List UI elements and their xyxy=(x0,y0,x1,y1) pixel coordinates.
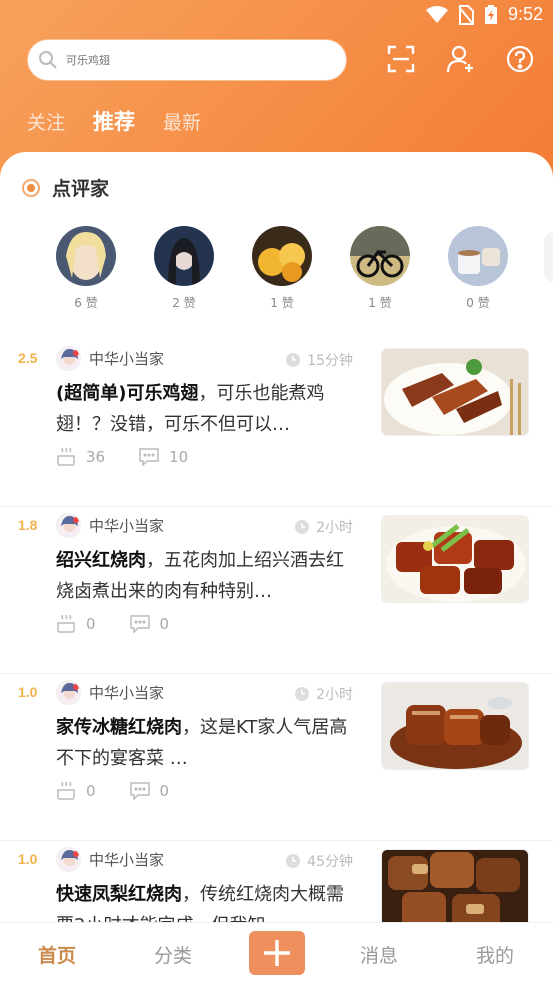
reviewer-item[interactable]: 6 赞 xyxy=(54,226,118,311)
recipe-stats: 36 10 xyxy=(56,448,222,466)
search-bar[interactable] xyxy=(28,40,346,80)
nav-home[interactable]: 首页 xyxy=(38,941,76,968)
post-time-text: 15分钟 xyxy=(307,353,353,369)
reviewer-item[interactable]: 1 赞 xyxy=(250,226,314,311)
reviewer-likes: 2 赞 xyxy=(172,296,196,310)
nav-messages[interactable]: 消息 xyxy=(360,941,398,968)
recipe-score: 1.8 xyxy=(18,517,38,533)
recipe-item[interactable]: 1.8 中华小当家 2小时 绍兴红烧肉，五花肉加上绍兴酒去红烧卤煮出来的肉有种特… xyxy=(0,507,553,674)
reviewer-likes: 1 赞 xyxy=(368,296,392,310)
recipe-score: 1.0 xyxy=(18,684,38,700)
feed-tabs: 关注 推荐 最新 xyxy=(27,106,229,136)
comment-count: 10 xyxy=(169,448,189,466)
add-friend-icon[interactable] xyxy=(446,44,476,74)
bottom-navigation: 首页 分类 消息 我的 xyxy=(0,922,553,983)
recipe-description: (超简单)可乐鸡翅，可乐也能煮鸡翅！？没错，可乐不但可以… xyxy=(56,378,354,440)
clock-icon xyxy=(295,687,310,701)
cooked-count: 0 xyxy=(86,782,96,800)
recipe-title[interactable]: 家传冰糖红烧肉 xyxy=(56,717,182,738)
author-name[interactable]: 中华小当家 xyxy=(89,515,164,536)
author-name[interactable]: 中华小当家 xyxy=(89,348,164,369)
reviewer-more-hint xyxy=(544,232,553,282)
author-avatar[interactable] xyxy=(56,847,81,872)
recipe-thumbnail[interactable] xyxy=(381,515,529,603)
post-time-text: 45分钟 xyxy=(307,854,353,870)
avatar xyxy=(350,226,410,286)
reviewer-item[interactable]: 0 赞 xyxy=(446,226,510,311)
cooked-count: 0 xyxy=(86,615,96,633)
recipe-thumbnail[interactable] xyxy=(381,682,529,770)
recipe-stats: 0 0 xyxy=(56,782,203,800)
cooked-count: 36 xyxy=(86,448,106,466)
avatar xyxy=(252,226,312,286)
nav-mine[interactable]: 我的 xyxy=(476,941,514,968)
reviewer-likes: 0 赞 xyxy=(466,296,490,310)
tab-following[interactable]: 关注 xyxy=(27,108,65,135)
reviewer-item[interactable]: 2 赞 xyxy=(152,226,216,311)
nav-category[interactable]: 分类 xyxy=(154,941,192,968)
clock-icon xyxy=(295,520,310,534)
status-bar: 9:52 xyxy=(0,0,553,32)
avatar xyxy=(154,226,214,286)
recipe-title[interactable]: 绍兴红烧肉 xyxy=(56,550,146,571)
clock-icon xyxy=(286,353,301,367)
reviewers-section-header: 点评家 xyxy=(22,174,109,201)
comment-icon xyxy=(129,615,150,633)
author-name[interactable]: 中华小当家 xyxy=(89,849,164,870)
comment-count: 0 xyxy=(159,782,170,800)
recipe-score: 2.5 xyxy=(18,350,38,366)
clock-icon xyxy=(286,854,301,868)
post-time: 2小时 xyxy=(294,517,353,537)
author-avatar[interactable] xyxy=(56,513,81,538)
recipe-title[interactable]: (超简单)可乐鸡翅 xyxy=(56,383,198,404)
recipe-description: 绍兴红烧肉，五花肉加上绍兴酒去红烧卤煮出来的肉有种特别… xyxy=(56,545,354,607)
recipe-title[interactable]: 快速凤梨红烧肉 xyxy=(56,884,182,905)
recipe-score: 1.0 xyxy=(18,851,38,867)
reviewer-likes: 6 赞 xyxy=(74,296,98,310)
comment-icon xyxy=(129,782,150,800)
status-time: 9:52 xyxy=(507,4,543,24)
reviewer-likes: 1 赞 xyxy=(270,296,294,310)
avatar xyxy=(56,226,116,286)
tab-latest[interactable]: 最新 xyxy=(163,108,201,135)
recipe-item[interactable]: 2.5 中华小当家 15分钟 (超简单)可乐鸡翅，可乐也能煮鸡翅！？没错，可乐不… xyxy=(0,340,553,507)
recipe-description: 家传冰糖红烧肉，这是KT家人气居高不下的宴客菜 … xyxy=(56,712,354,774)
search-icon xyxy=(39,51,57,69)
add-recipe-button[interactable] xyxy=(249,931,305,975)
comment-count: 0 xyxy=(159,615,170,633)
recipe-thumbnail[interactable] xyxy=(381,348,529,436)
no-sim-icon xyxy=(458,4,474,25)
reviewer-item[interactable]: 1 赞 xyxy=(348,226,412,311)
cooking-pot-icon xyxy=(57,782,75,800)
content-card: 点评家 6 赞 2 赞 1 赞 1 赞 0 赞 2.5 中华小当家 15分钟 (… xyxy=(0,152,553,937)
recipe-stats: 0 0 xyxy=(56,615,203,633)
tab-recommended[interactable]: 推荐 xyxy=(93,106,135,136)
battery-charging-icon xyxy=(484,4,497,24)
post-time: 2小时 xyxy=(294,684,353,704)
cooking-pot-icon xyxy=(57,448,75,466)
section-dot-icon xyxy=(22,178,40,197)
avatar xyxy=(448,226,508,286)
post-time-text: 2小时 xyxy=(316,687,353,703)
scan-icon[interactable] xyxy=(386,44,416,74)
post-time-text: 2小时 xyxy=(316,520,353,536)
author-avatar[interactable] xyxy=(56,680,81,705)
post-time: 45分钟 xyxy=(285,851,353,871)
section-title: 点评家 xyxy=(52,178,110,200)
plus-icon xyxy=(264,940,290,966)
post-time: 15分钟 xyxy=(285,350,353,370)
help-icon[interactable] xyxy=(505,44,535,74)
search-input[interactable] xyxy=(66,53,316,67)
author-avatar[interactable] xyxy=(56,346,81,371)
author-name[interactable]: 中华小当家 xyxy=(89,682,164,703)
wifi-icon xyxy=(425,5,448,23)
recipe-item[interactable]: 1.0 中华小当家 2小时 家传冰糖红烧肉，这是KT家人气居高不下的宴客菜 … … xyxy=(0,674,553,841)
comment-icon xyxy=(139,448,159,466)
reviewer-list: 6 赞 2 赞 1 赞 1 赞 0 赞 xyxy=(0,226,553,316)
cooking-pot-icon xyxy=(57,615,75,633)
